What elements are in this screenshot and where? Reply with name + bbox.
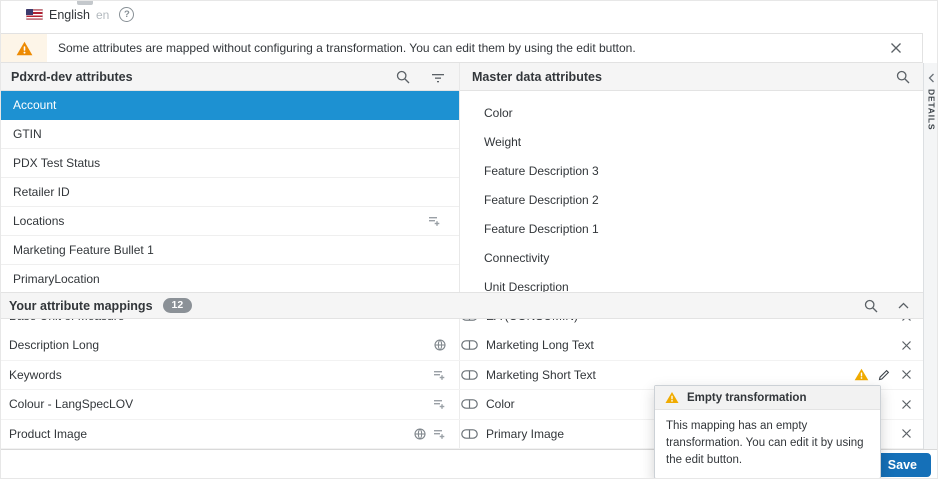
language-code: en	[96, 8, 109, 22]
close-icon[interactable]	[899, 397, 913, 411]
mappings-header-bar: Your attribute mappings 12	[1, 292, 923, 319]
mapping-target-label: Primary Image	[486, 427, 564, 441]
target-item-unit-description[interactable]: Unit Description	[460, 272, 923, 292]
warning-icon	[665, 391, 679, 404]
target-item-weight[interactable]: Weight	[460, 127, 923, 156]
mapping-target-label: Marketing Long Text	[486, 338, 594, 352]
mapping-source-label: Description Long	[9, 338, 434, 352]
target-item-color[interactable]: Color	[460, 98, 923, 127]
clipped-top-element	[77, 1, 93, 5]
warning-banner: Some attributes are mapped without confi…	[1, 33, 923, 63]
language-selector[interactable]: English en ?	[26, 7, 134, 22]
mapping-source-label: Keywords	[9, 368, 433, 382]
source-item-marketing-feature-bullet-1[interactable]: Marketing Feature Bullet 1	[1, 236, 459, 265]
popover-title: Empty transformation	[687, 392, 807, 404]
link-icon	[461, 429, 478, 439]
source-attributes-panel: Pdxrd-dev attributes Account GTIN PDX Te…	[1, 63, 460, 292]
link-icon	[461, 319, 478, 321]
top-bar: English en ?	[1, 1, 938, 33]
mappings-title: Your attribute mappings	[9, 299, 153, 313]
target-item-connectivity[interactable]: Connectivity	[460, 243, 923, 272]
mapping-row-clipped: Base Unit of Measure EA (CONSUMIN)	[1, 319, 923, 331]
multi-value-icon	[428, 215, 441, 227]
source-item-gtin[interactable]: GTIN	[1, 120, 459, 149]
globe-icon	[434, 339, 446, 351]
source-item-account[interactable]: Account	[1, 91, 459, 120]
warning-icon[interactable]	[854, 368, 869, 381]
search-icon[interactable]	[896, 70, 910, 84]
target-attributes-list: Color Weight Feature Description 3 Featu…	[460, 91, 923, 292]
attribute-mapping-screen: English en ? Some attributes are mapped …	[0, 0, 938, 479]
mapping-row: Base Unit of Measure EA (CONSUMIN)	[1, 319, 923, 331]
empty-transformation-popover: Empty transformation This mapping has an…	[654, 385, 881, 479]
language-label: English	[49, 8, 90, 22]
edit-icon[interactable]	[878, 369, 890, 381]
close-icon[interactable]	[899, 368, 913, 382]
search-icon[interactable]	[396, 70, 410, 84]
source-item-locations[interactable]: Locations	[1, 207, 459, 236]
close-icon[interactable]	[899, 427, 913, 441]
popover-header: Empty transformation	[655, 386, 880, 410]
mapping-target-label: EA (CONSUMIN)	[486, 319, 578, 323]
search-icon[interactable]	[864, 299, 878, 313]
mapping-target-label: Color	[486, 397, 515, 411]
source-item-primarylocation[interactable]: PrimaryLocation	[1, 265, 459, 292]
details-side-tab[interactable]: DETAILS	[923, 63, 938, 449]
close-icon[interactable]	[899, 338, 913, 352]
mapping-source-label: Product Image	[9, 427, 414, 441]
link-icon	[461, 370, 478, 380]
banner-close-icon[interactable]	[889, 41, 903, 55]
source-panel-header: Pdxrd-dev attributes	[1, 63, 459, 91]
close-icon[interactable]	[899, 319, 913, 323]
mapping-row: Description Long Marketing Long Text	[1, 331, 923, 361]
filter-icon[interactable]	[431, 71, 445, 83]
source-item-retailer-id[interactable]: Retailer ID	[1, 178, 459, 207]
mapping-source-label: Colour - LangSpecLOV	[9, 397, 433, 411]
multi-value-icon	[433, 369, 446, 381]
banner-message: Some attributes are mapped without confi…	[58, 41, 922, 55]
target-item-feature-description-1[interactable]: Feature Description 1	[460, 214, 923, 243]
link-icon	[461, 340, 478, 350]
banner-icon-strip	[1, 34, 47, 62]
us-flag-icon	[26, 9, 43, 20]
chevron-up-icon[interactable]	[898, 302, 909, 309]
popover-body-text: This mapping has an empty transformation…	[655, 410, 880, 478]
link-icon	[461, 399, 478, 409]
warning-icon	[16, 41, 33, 56]
mappings-count-badge: 12	[163, 298, 193, 314]
target-item-feature-description-3[interactable]: Feature Description 3	[460, 156, 923, 185]
target-attributes-panel: Master data attributes Color Weight Feat…	[460, 63, 923, 292]
mapping-source-label: Base Unit of Measure	[9, 319, 449, 323]
multi-value-icon	[433, 398, 446, 410]
mapping-target-label: Marketing Short Text	[486, 368, 596, 382]
chevron-left-icon	[928, 73, 935, 83]
save-button[interactable]: Save	[874, 453, 931, 477]
source-item-pdx-test-status[interactable]: PDX Test Status	[1, 149, 459, 178]
multi-value-icon	[433, 428, 446, 440]
globe-icon	[414, 428, 426, 440]
source-panel-title: Pdxrd-dev attributes	[11, 70, 396, 84]
details-tab-label: DETAILS	[927, 89, 937, 130]
target-item-feature-description-2[interactable]: Feature Description 2	[460, 185, 923, 214]
target-panel-title: Master data attributes	[472, 70, 896, 84]
target-panel-header: Master data attributes	[460, 63, 923, 91]
help-icon[interactable]: ?	[119, 7, 134, 22]
